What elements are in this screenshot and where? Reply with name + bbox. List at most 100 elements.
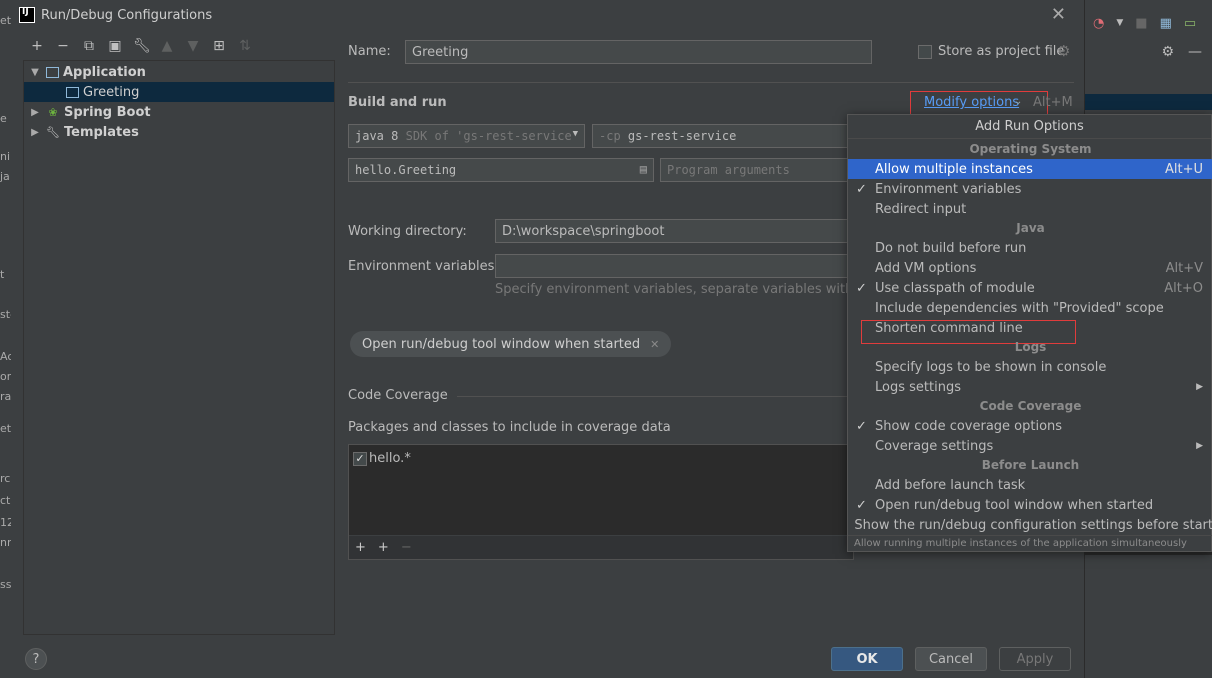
option-show-coverage[interactable]: ✓ Show code coverage options [848,416,1212,436]
sort-icon[interactable]: ⇅ [237,38,253,54]
add-package-icon[interactable]: + [378,540,389,555]
chevron-right-icon[interactable]: ▶ [28,127,42,138]
env-vars-label: Environment variables: [348,259,499,274]
option-label: Add VM options [875,260,977,276]
option-label: Add before launch task [875,477,1026,493]
remove-chip-icon[interactable]: ✕ [650,338,659,351]
chevron-right-icon: ▶ [1196,441,1203,451]
cancel-button[interactable]: Cancel [915,647,987,671]
stop-icon[interactable]: ■ [1135,16,1147,31]
sdk-select[interactable]: java 8 SDK of 'gs-rest-service ▼ [348,124,585,148]
option-label: Do not build before run [875,240,1027,256]
chevron-right-icon: ▶ [1196,382,1203,392]
coverage-list-item[interactable]: ✓ hello.* [353,451,411,466]
env-vars-hint: Specify environment variables, separate … [495,282,854,297]
group-java: Java [1016,221,1045,235]
dialog-title: Run/Debug Configurations [41,7,213,23]
group-before-launch: Before Launch [981,458,1080,472]
option-logs-settings[interactable]: Logs settings ▶ [848,377,1212,397]
build-run-title: Build and run [348,95,447,110]
env-vars-field[interactable] [495,254,854,278]
chevron-right-icon[interactable]: ▶ [28,107,42,118]
option-provided-scope[interactable]: Include dependencies with "Provided" sco… [848,298,1212,318]
option-classpath[interactable]: ✓ Use classpath of module Alt+O [848,278,1212,298]
option-before-launch-task[interactable]: Add before launch task [848,475,1212,495]
tree-item-label: Greeting [83,84,140,100]
group-operating-system: Operating System [969,142,1092,156]
option-shortcut: Alt+U [1164,161,1203,177]
chevron-down-icon[interactable]: ▼ [1116,18,1123,28]
main-class-field[interactable]: hello.Greeting ▤ [348,158,654,182]
gear-icon[interactable]: ⚙ [1057,42,1070,60]
sdk-detail: SDK of 'gs-rest-service [405,129,572,143]
dialog-titlebar: IJ Run/Debug Configurations ✕ [11,0,1084,30]
option-env-vars[interactable]: ✓ Environment variables [848,179,1212,199]
tree-item-label: Templates [64,124,139,140]
intellij-logo-icon: IJ [19,7,35,23]
copy-icon[interactable]: ⧉ [81,38,97,54]
project-structure-icon[interactable]: ▦ [1160,16,1172,31]
name-field[interactable]: Greeting [405,40,872,64]
wrench-icon[interactable]: 🔧︎ [133,38,151,54]
tree-item-templates[interactable]: ▶ 🔧︎ Templates [24,122,334,142]
coverage-checkbox[interactable]: ✓ [353,451,367,466]
spring-boot-icon: ❀ [48,105,58,119]
apply-button[interactable]: Apply [999,647,1071,671]
option-open-tool-window[interactable]: ✓ Open run/debug tool window when starte… [848,495,1212,515]
panel-selected-row [1085,94,1212,110]
add-class-icon[interactable]: + [355,540,366,555]
popup-title: Add Run Options [848,115,1211,139]
browse-icon[interactable]: ▤ [640,162,647,176]
tree-item-spring-boot[interactable]: ▶ ❀ Spring Boot [24,102,334,122]
program-args-field[interactable]: Program arguments [660,158,854,182]
option-shortcut: Alt+V [1165,260,1203,276]
option-logs-console[interactable]: Specify logs to be shown in console [848,357,1212,377]
chevron-down-icon[interactable]: ▼ [28,67,42,78]
add-icon[interactable]: + [29,38,45,54]
ok-button[interactable]: OK [831,647,903,671]
store-project-label: Store as project file [938,44,1065,59]
chevron-down-icon[interactable]: ⌄ [1014,96,1022,107]
minimize-icon[interactable]: — [1188,44,1202,60]
option-label: Allow multiple instances [875,161,1033,177]
option-coverage-settings[interactable]: Coverage settings ▶ [848,436,1212,456]
tree-item-greeting[interactable]: Greeting [24,82,334,102]
config-tree: ▼ Application Greeting ▶ ❀ Spring Boot ▶… [23,60,335,635]
option-redirect-input[interactable]: Redirect input [848,199,1212,219]
close-icon[interactable]: ✕ [1051,4,1066,25]
application-icon [66,86,79,98]
option-no-build[interactable]: Do not build before run [848,238,1212,258]
option-label: Redirect input [875,201,967,217]
move-down-icon[interactable]: ▼ [185,38,201,54]
terminal-icon[interactable]: ▭ [1184,16,1196,31]
modify-options-shortcut: Alt+M [1033,95,1073,110]
move-up-icon[interactable]: ▲ [159,38,175,54]
tree-item-application[interactable]: ▼ Application [24,62,334,82]
working-dir-field[interactable]: D:\workspace\springboot [495,219,854,243]
new-folder-icon[interactable]: ⊞ [211,38,227,54]
option-label: Coverage settings [875,438,994,454]
help-button[interactable]: ? [25,648,47,670]
coverage-entry: hello.* [369,451,411,466]
modify-options-link[interactable]: Modify options [924,95,1019,110]
option-chip[interactable]: Open run/debug tool window when started … [350,331,672,357]
classpath-field[interactable]: -cp gs-rest-service [592,124,854,148]
store-project-checkbox[interactable] [918,45,932,59]
option-allow-multiple[interactable]: Allow multiple instances Alt+U [848,159,1212,179]
debug-icon[interactable]: ◔ [1093,16,1104,31]
remove-icon[interactable]: − [401,540,412,555]
chip-label: Open run/debug tool window when started [362,336,641,352]
option-label: Show the run/debug configuration setting… [854,517,1212,533]
option-show-settings[interactable]: Show the run/debug configuration setting… [848,515,1212,535]
group-logs: Logs [1014,340,1047,354]
separator [457,396,851,397]
popup-footer-hint: Allow running multiple instances of the … [848,535,1212,551]
main-class-value: hello.Greeting [355,163,457,177]
config-toolbar: + − ⧉ ▣ 🔧︎ ▲ ▼ ⊞ ⇅ [29,38,253,54]
cp-prefix: -cp [599,129,621,143]
option-vm-options[interactable]: Add VM options Alt+V [848,258,1212,278]
save-icon[interactable]: ▣ [107,38,123,54]
gear-icon[interactable]: ⚙ [1161,44,1174,60]
check-icon: ✓ [856,280,867,296]
remove-icon[interactable]: − [55,38,71,54]
